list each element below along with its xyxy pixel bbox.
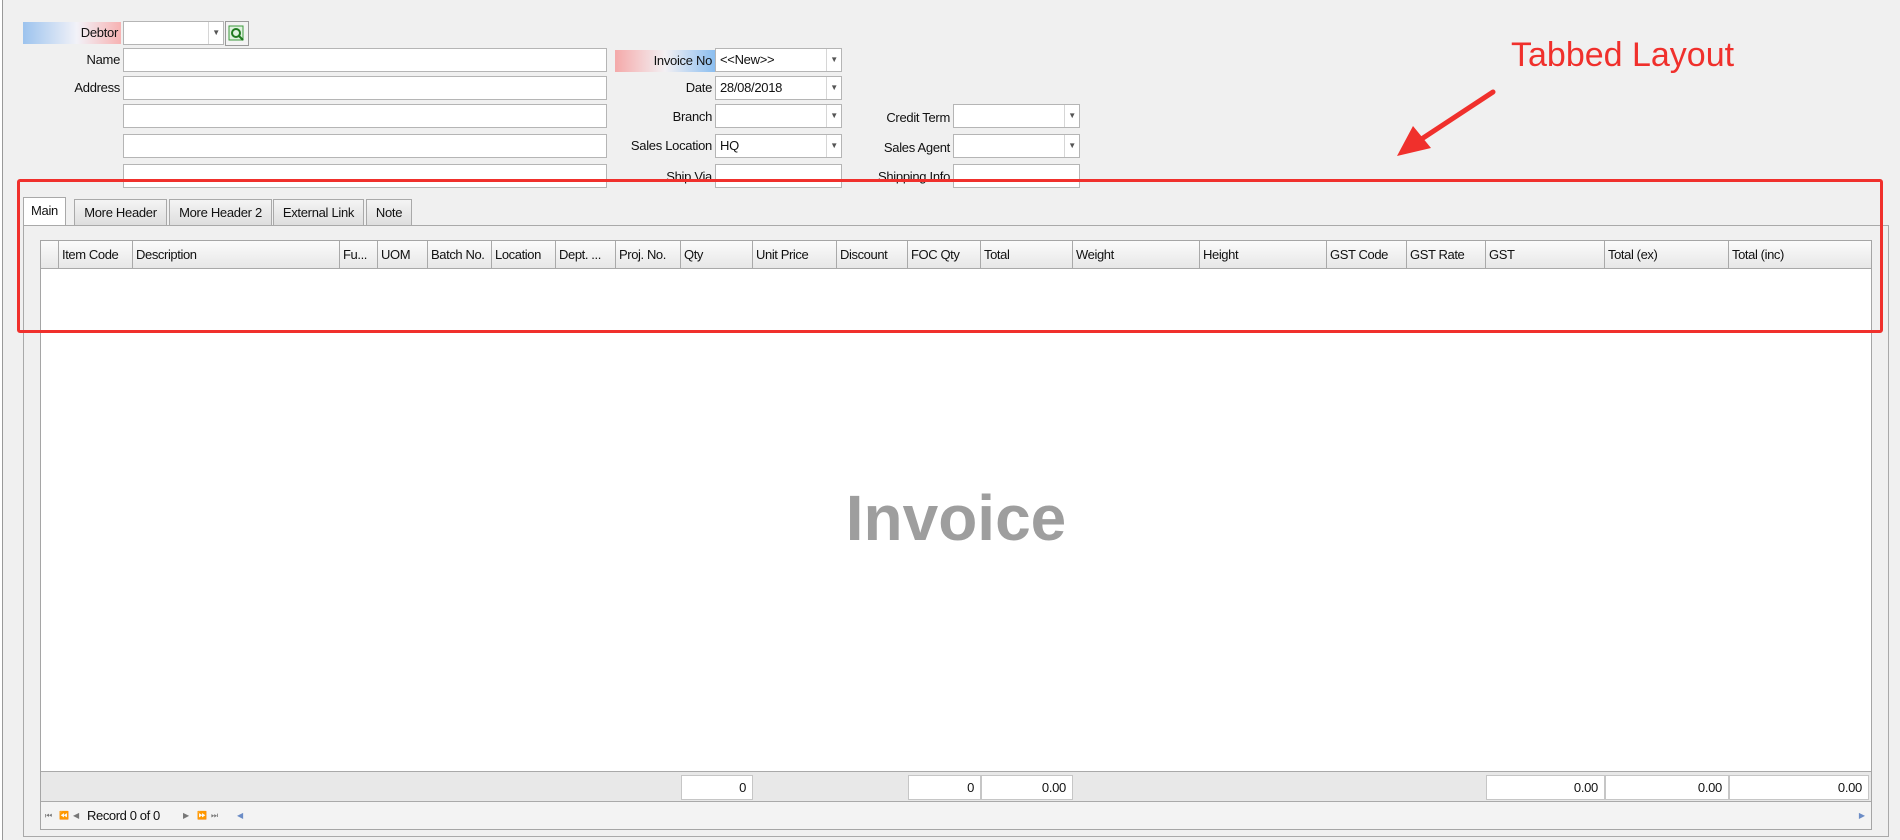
- tab-external-link[interactable]: External Link: [273, 199, 364, 225]
- annotation-label: Tabbed Layout: [1511, 36, 1735, 74]
- date-label: Date: [685, 80, 713, 95]
- chevron-down-icon[interactable]: ▼: [826, 105, 841, 127]
- grid-footer-totals: 0 0 0.00 0.00 0.00 0.00: [41, 771, 1871, 802]
- record-navigator: ⏮ ⏪ ◀ Record 0 of 0 ▶ ⏩ ⏭ ◀ ▶: [41, 802, 1871, 829]
- column-header-gst-rate[interactable]: GST Rate: [1407, 241, 1486, 268]
- sales-agent-combo[interactable]: ▼: [953, 134, 1080, 158]
- sales-agent-label: Sales Agent: [883, 140, 950, 155]
- branch-combo[interactable]: ▼: [715, 104, 842, 128]
- invoice-items-grid[interactable]: Item Code Description Fu... UOM Batch No…: [40, 240, 1872, 830]
- column-header-qty[interactable]: Qty: [681, 241, 753, 268]
- branch-label: Branch: [672, 109, 713, 124]
- column-header-foc-qty[interactable]: FOC Qty: [908, 241, 981, 268]
- tab-note[interactable]: Note: [366, 199, 412, 225]
- address-line-4-input[interactable]: [123, 164, 607, 188]
- column-header-weight[interactable]: Weight: [1073, 241, 1200, 268]
- chevron-down-icon[interactable]: ▼: [208, 22, 223, 44]
- chevron-down-icon[interactable]: ▼: [1064, 105, 1079, 127]
- ship-via-label: Ship Via: [666, 169, 712, 184]
- last-record-icon[interactable]: ⏭: [211, 802, 218, 829]
- address-line-3-input[interactable]: [123, 134, 607, 158]
- column-header-dept[interactable]: Dept. ...: [556, 241, 616, 268]
- name-input[interactable]: [123, 48, 607, 72]
- prev-page-icon[interactable]: ⏪: [59, 802, 69, 829]
- shipping-info-input[interactable]: [953, 164, 1080, 188]
- credit-term-label: Credit Term: [886, 110, 950, 125]
- invoice-no-label: Invoice No: [615, 50, 715, 72]
- tab-more-header[interactable]: More Header: [74, 199, 167, 225]
- column-header-gst-code[interactable]: GST Code: [1327, 241, 1407, 268]
- chevron-down-icon[interactable]: ▼: [1064, 135, 1079, 157]
- chevron-down-icon[interactable]: ▼: [826, 77, 841, 99]
- column-header-discount[interactable]: Discount: [837, 241, 908, 268]
- date-value: 28/08/2018: [720, 80, 783, 95]
- invoice-no-value: <<New>>: [720, 52, 775, 67]
- address-line-1-input[interactable]: [123, 76, 607, 100]
- invoice-window: Debtor ▼ Name Address Invoice No <<New>>…: [2, 0, 1900, 840]
- column-header-uom[interactable]: UOM: [378, 241, 428, 268]
- column-header-height[interactable]: Height: [1200, 241, 1327, 268]
- name-label: Name: [86, 52, 121, 67]
- debtor-combo[interactable]: ▼: [123, 21, 224, 45]
- next-record-icon[interactable]: ▶: [183, 802, 189, 829]
- invoice-watermark: Invoice: [845, 482, 1067, 554]
- date-picker[interactable]: 28/08/2018 ▼: [715, 76, 842, 100]
- column-header-gst[interactable]: GST: [1486, 241, 1605, 268]
- address-label: Address: [74, 80, 120, 95]
- prev-record-icon[interactable]: ◀: [73, 802, 79, 829]
- column-header-batch-no[interactable]: Batch No.: [428, 241, 492, 268]
- shipping-info-label: Shipping Info: [878, 169, 950, 184]
- tab-panel-main: Item Code Description Fu... UOM Batch No…: [23, 225, 1889, 837]
- column-header-location[interactable]: Location: [492, 241, 556, 268]
- record-count-text: Record 0 of 0: [87, 808, 160, 823]
- address-line-2-input[interactable]: [123, 104, 607, 128]
- tab-main[interactable]: Main: [23, 197, 66, 225]
- scroll-right-icon[interactable]: ▶: [1859, 802, 1865, 829]
- column-header-total-ex[interactable]: Total (ex): [1605, 241, 1729, 268]
- next-page-icon[interactable]: ⏩: [197, 802, 207, 829]
- debtor-label: Debtor: [23, 22, 121, 44]
- footer-gst-total: 0.00: [1486, 775, 1605, 800]
- credit-term-combo[interactable]: ▼: [953, 104, 1080, 128]
- invoice-no-combo[interactable]: <<New>> ▼: [715, 48, 842, 72]
- tab-more-header-2[interactable]: More Header 2: [169, 199, 272, 225]
- column-header-total[interactable]: Total: [981, 241, 1073, 268]
- chevron-down-icon[interactable]: ▼: [826, 135, 841, 157]
- ship-via-input[interactable]: [715, 164, 842, 188]
- footer-total: 0.00: [981, 775, 1073, 800]
- footer-total-ex: 0.00: [1605, 775, 1729, 800]
- footer-qty-total: 0: [681, 775, 753, 800]
- column-header-item-code[interactable]: Item Code: [59, 241, 133, 268]
- column-header-further-description[interactable]: Fu...: [340, 241, 378, 268]
- search-icon: [228, 25, 244, 41]
- column-header-indicator[interactable]: [41, 241, 59, 268]
- first-record-icon[interactable]: ⏮: [45, 802, 52, 829]
- sales-location-label: Sales Location: [630, 138, 712, 153]
- grid-header: Item Code Description Fu... UOM Batch No…: [41, 241, 1871, 269]
- footer-total-inc: 0.00: [1729, 775, 1869, 800]
- debtor-lookup-button[interactable]: [225, 21, 249, 46]
- annotation-arrow-icon: [1397, 89, 1496, 156]
- footer-foc-qty-total: 0: [908, 775, 981, 800]
- column-header-unit-price[interactable]: Unit Price: [753, 241, 837, 268]
- chevron-down-icon[interactable]: ▼: [826, 49, 841, 71]
- column-header-description[interactable]: Description: [133, 241, 340, 268]
- sales-location-combo[interactable]: HQ ▼: [715, 134, 842, 158]
- scroll-left-icon[interactable]: ◀: [237, 802, 243, 829]
- column-header-total-inc[interactable]: Total (inc): [1729, 241, 1871, 268]
- column-header-proj-no[interactable]: Proj. No.: [616, 241, 681, 268]
- sales-location-value: HQ: [720, 138, 739, 153]
